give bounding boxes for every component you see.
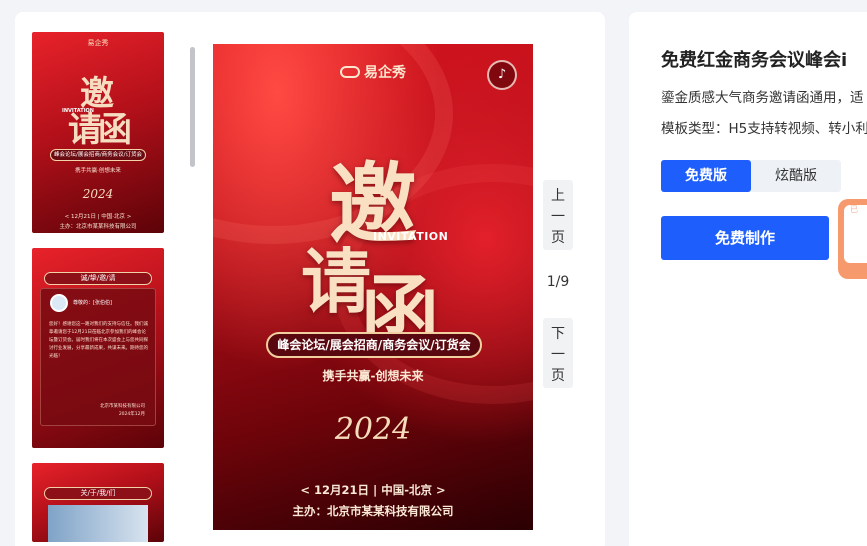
letter-body: 您好！感谢您这一路对我们的支持与信任。我们诚挚邀请您于12月21日莅临北京参加我…	[49, 322, 148, 359]
thumb-banner: 诚/挚/邀/请	[44, 272, 152, 285]
avatar	[50, 294, 68, 312]
thumb-date: < 12月21日 | 中国·北京 >	[64, 214, 132, 220]
version-tabs: 免费版 炫酷版	[661, 160, 841, 192]
letter-salutation: 尊敬的：[张伯伯]	[73, 300, 112, 306]
template-type: 模板类型：H5支持转视频、转小利	[661, 121, 867, 137]
poster-host: 主办：北京市某某科技有限公司	[292, 504, 454, 518]
logo-text: 易企秀	[364, 65, 406, 81]
thumb-invitation: INVITATION	[62, 108, 94, 114]
poster-invitation: INVITATION	[373, 230, 449, 243]
free-make-button[interactable]: 免费制作	[661, 216, 829, 260]
poster-tags: 峰会论坛/展会招商/商务会议/订货会	[266, 332, 482, 358]
prev-page-label: 上一页	[551, 188, 565, 246]
thumb-tags: 峰会论坛/展会招商/商务会议/订货会	[50, 149, 146, 161]
poster-year: 2024	[334, 412, 412, 447]
poster-date: < 12月21日 | 中国-北京 >	[300, 483, 446, 497]
thumb-logo: 易企秀	[87, 39, 109, 47]
thumbnail-page-3[interactable]: 关/于/我/们	[32, 463, 164, 542]
poster-logo: 易企秀	[213, 62, 533, 82]
thumb-photo	[48, 505, 148, 542]
thumbnail-page-2[interactable]: 诚/挚/邀/请 尊敬的：[张伯伯] 您好！感谢您这一路对我们的支持与信任。我们诚…	[32, 248, 164, 448]
signature-date: 2024年12月	[118, 412, 145, 417]
tab-cool-version[interactable]: 炫酷版	[751, 160, 841, 192]
letter-signature: 北京市某科技有限公司 2024年12月	[100, 403, 145, 419]
letter-card: 尊敬的：[张伯伯] 您好！感谢您这一路对我们的支持与信任。我们诚挚邀请您于12月…	[40, 288, 156, 426]
next-page-button[interactable]: 下一页	[543, 318, 573, 388]
poster-slogan: 携手共赢-创想未来	[322, 369, 424, 383]
thumb-year: 2024	[82, 187, 114, 201]
signature-company: 北京市某科技有限公司	[100, 404, 145, 409]
thumb-banner: 关/于/我/们	[44, 487, 152, 500]
thumbnail-scrollbar[interactable]	[190, 47, 195, 167]
page-indicator: 1/9	[546, 274, 570, 290]
thumbnail-list[interactable]: 易企秀 邀 请函 INVITATION 峰会论坛/展会招商/商务会议/订货会 携…	[32, 32, 182, 542]
template-title: 免费红金商务会议峰会i	[661, 50, 848, 71]
logo-icon	[340, 66, 360, 78]
detail-panel: 免费红金商务会议峰会i 鎏金质感大气商务邀请函通用，适 模板类型：H5支持转视频…	[629, 12, 867, 546]
floating-side-widget[interactable]: 已	[838, 199, 867, 279]
next-page-label: 下一页	[551, 326, 565, 384]
tab-free-version[interactable]: 免费版	[661, 160, 751, 192]
thumb-host: 主办：北京市某某科技有限公司	[59, 224, 137, 230]
main-preview: 易企秀 ♪ 邀 请 函 INVITATION 峰会论坛/展会招商/商务会议/订货…	[213, 44, 533, 530]
thumb-slogan: 携手共赢·创想未来	[75, 168, 121, 174]
thumbnail-page-1[interactable]: 易企秀 邀 请函 INVITATION 峰会论坛/展会招商/商务会议/订货会 携…	[32, 32, 164, 233]
floating-widget-tag: 已	[850, 205, 858, 214]
music-icon[interactable]: ♪	[487, 60, 517, 90]
template-description: 鎏金质感大气商务邀请函通用，适	[661, 90, 864, 106]
prev-page-button[interactable]: 上一页	[543, 180, 573, 250]
